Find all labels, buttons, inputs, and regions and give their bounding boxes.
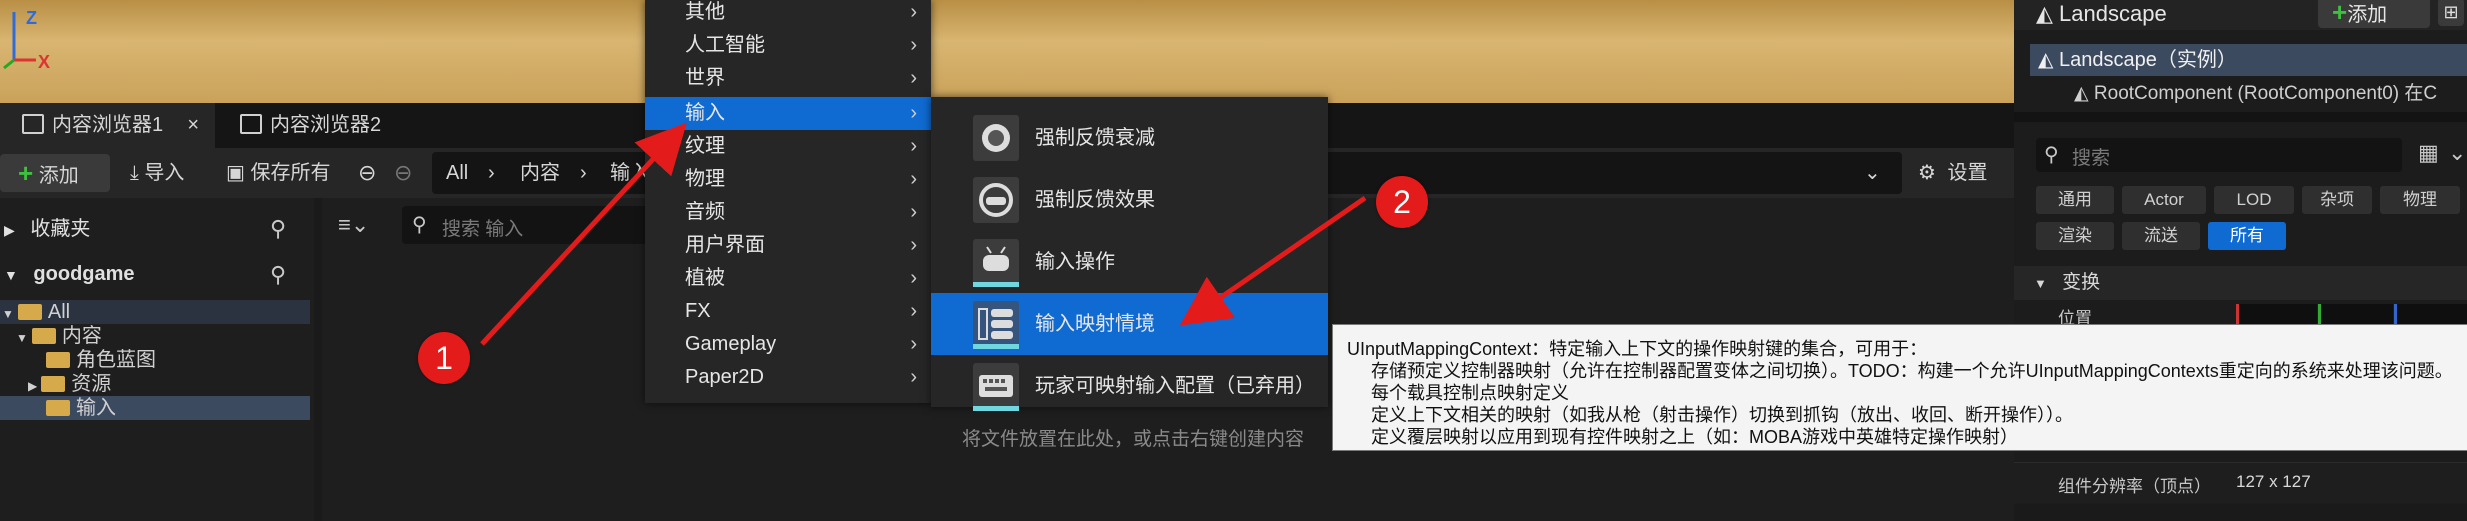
annotation-badge-1: 1 [418,332,470,384]
arrow-to-input-menu [480,122,687,346]
annotation-arrows [480,122,1367,346]
arrow-to-mapping-context [1179,195,1367,326]
annotation-badge-2: 2 [1376,176,1428,228]
